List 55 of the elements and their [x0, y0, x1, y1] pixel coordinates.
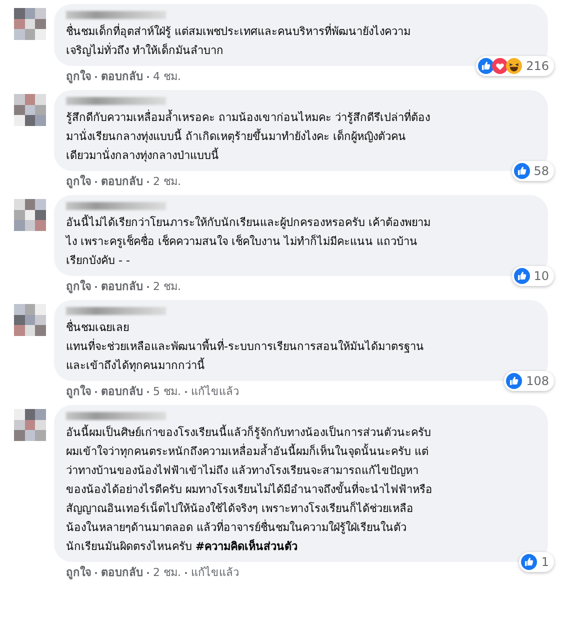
- action-link[interactable]: ตอบกลับ: [101, 175, 143, 189]
- like-icon: [506, 373, 522, 389]
- timestamp[interactable]: 2 ชม.: [153, 175, 181, 189]
- reaction-count: 1: [541, 555, 549, 569]
- reaction-badge[interactable]: 216: [476, 56, 554, 76]
- like-icon: [521, 554, 538, 570]
- action-link[interactable]: ถูกใจ: [66, 566, 91, 580]
- comment-text: รู้สึกดีกับความเหลื่อมล้ำเหรอคะ ถามน้องเขาก่อนไหมคะ ว่ารู้สึกดีรึเปล่าที่ต้อง มานั่งเรียนกลางทุ่งแบบนี้ ถ้าเกิดเหตุร้ายขึ้นมาทำยังไงคะ เด็กผู้หญิงตัวคน เดียวมานั่งกลางทุ่งกลางป่าแบบนี้: [66, 108, 431, 164]
- reaction-badge[interactable]: 1: [519, 552, 554, 572]
- reaction-count: 10: [534, 269, 549, 283]
- separator-dot: [147, 76, 149, 78]
- reaction-badge[interactable]: 10: [512, 266, 554, 286]
- reaction-count: 216: [526, 59, 549, 73]
- separator-dot: [147, 286, 149, 288]
- action-link[interactable]: ถูกใจ: [66, 385, 91, 399]
- action-link[interactable]: ตอบกลับ: [101, 280, 143, 294]
- action-link[interactable]: ถูกใจ: [66, 70, 91, 84]
- separator-dot: [185, 391, 187, 393]
- comment-text: ชื่นชมเด็กที่อุตส่าห์ใฝ่รู้ แต่สมเพชประเทศและคนบริหารที่พัฒนายังไงความ เจริญไม่ทั่วถึง ทำให้เด็กมันลำบาก: [66, 22, 412, 59]
- action-link[interactable]: ตอบกลับ: [101, 566, 143, 580]
- pixelated-avatar: [14, 304, 46, 336]
- separator-dot: [95, 286, 97, 288]
- separator-dot: [95, 181, 97, 183]
- separator-dot: [95, 572, 97, 574]
- separator-dot: [95, 391, 97, 393]
- timestamp[interactable]: 2 ชม.: [153, 566, 181, 580]
- pixelated-avatar: [14, 8, 46, 40]
- pixelated-avatar: [14, 409, 46, 441]
- reaction-badge[interactable]: 58: [512, 161, 554, 181]
- action-link[interactable]: ถูกใจ: [66, 175, 91, 189]
- timestamp[interactable]: 4 ชม.: [153, 70, 181, 84]
- separator-dot: [147, 391, 149, 393]
- timestamp[interactable]: 5 ชม.: [153, 385, 181, 399]
- comment-text: ชื่นชมเฉยเลย แทนที่จะช่วยเหลือและพัฒนาพื้นที่-ระบบการเรียนการสอนให้มันได้มาตรฐาน และเข้าถึงได้ทุกคนมากกว่านี้: [66, 318, 425, 374]
- reaction-count: 108: [526, 374, 549, 388]
- like-icon: [514, 268, 530, 284]
- edited-label: แก้ไขแล้ว: [191, 385, 239, 399]
- reaction-count: 58: [534, 164, 549, 178]
- action-link[interactable]: ตอบกลับ: [101, 385, 143, 399]
- like-icon: [514, 163, 530, 179]
- separator-dot: [95, 76, 97, 78]
- separator-dot: [147, 572, 149, 574]
- comment-text: อันนี้ไม่ได้เรียกว่าโยนภาระให้กับนักเรียนและผู้ปกครองหรอครับ เค้าต้องพยาม ไง เพราะครูเช็คชื่อ เช็คความสนใจ เช็คใบงาน ไม่ทำก็ไม่มีคะแนน แถวบ้าน เรียกบังคับ - -: [66, 214, 432, 269]
- pixelated-avatar: [14, 94, 46, 126]
- edited-label: แก้ไขแล้ว: [191, 566, 239, 580]
- reaction-badge[interactable]: 108: [504, 371, 554, 391]
- comment-text: อันนี้ผมเป็นศิษย์เก่าของโรงเรียนนี้แล้วก็รู้จักกับทางน้องเป็นการส่วนตัวนะครับ ผมเข้าใจว่าทุกคนตระหนักถึงความเหลื่อมล้ำอันนี้ผมก็เห็นในจุดนั้นนะครับ แต่ ว่าทางบ้านของน้องไฟฟ้าเข้าไม่ถึง แล้วทางโรงเรียนจะสามารถแก้ไขปัญหา ของน้องได้อย่างไรดีครับ ผมทางโรงเรียนไม่ได้มีอำนาจถึงขั้นที่จะนำไฟฟ้าหรือ สัญญาณอินเทอร์เน็ตไปให้น้องใช้ได้จริงๆ เพราะทางโรงเรียนก็ได้ช่วยเหลือ น้องในหลายๆด้านมาตลอด แล้วที่อาจารย์ชื่นชมในความใฝ่รู้ใฝ่เรียนในตัว นักเรียนมันผิดตรงไหนครับ #ความคิดเห็นส่วนตัว: [66, 424, 434, 555]
- pixelated-avatar: [14, 199, 46, 231]
- action-link[interactable]: ถูกใจ: [66, 280, 91, 294]
- separator-dot: [147, 181, 149, 183]
- action-link[interactable]: ตอบกลับ: [101, 70, 143, 84]
- timestamp[interactable]: 2 ชม.: [153, 280, 181, 294]
- like-icon: [478, 58, 494, 74]
- laughing-face-icon: [506, 58, 522, 74]
- separator-dot: [185, 572, 187, 574]
